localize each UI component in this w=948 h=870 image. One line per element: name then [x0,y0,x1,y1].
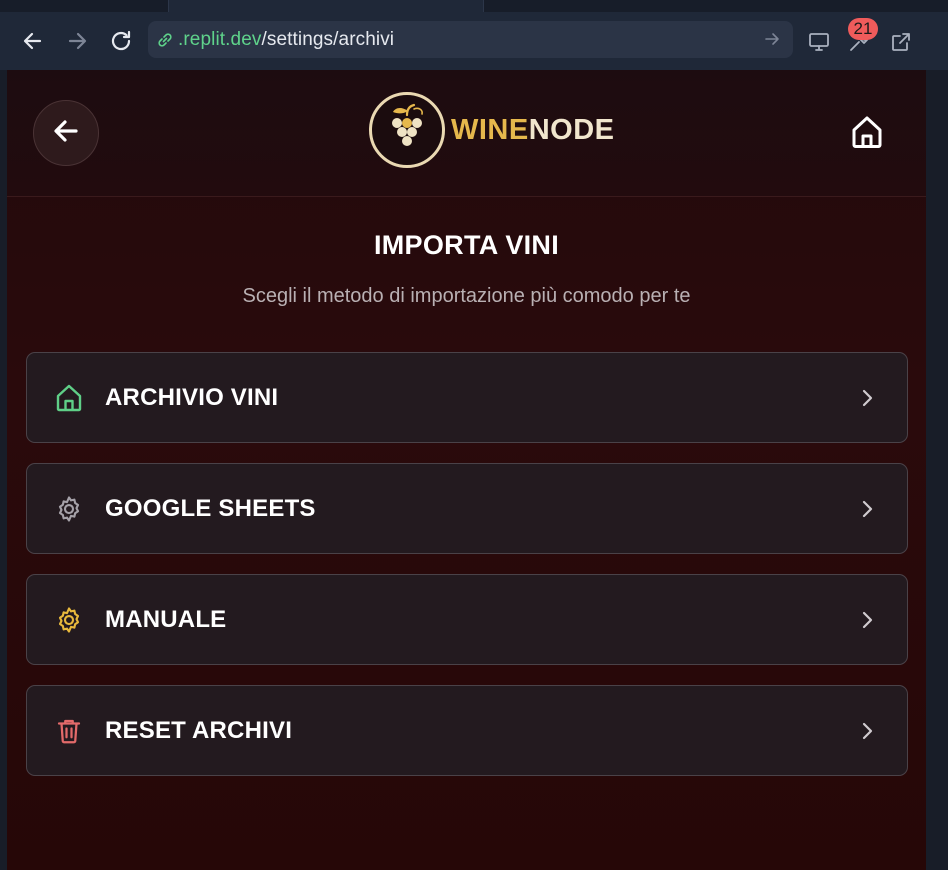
home-icon [53,382,85,414]
back-button[interactable] [33,100,99,166]
chevron-right-icon [857,721,877,741]
app-header: WINENODE [7,70,926,197]
viewport-edge-right [926,70,948,870]
logo-wordmark-node: NODE [528,113,615,146]
back-arrow-icon[interactable] [20,28,46,54]
menu-item-archivio-vini[interactable]: ARCHIVIO VINI [26,352,908,443]
home-button[interactable] [847,114,887,154]
notification-badge: 21 [848,18,878,40]
gear-icon [53,493,85,525]
browser-tabstrip [0,0,948,12]
chevron-right-icon [857,610,877,630]
menu-item-label: GOOGLE SHEETS [105,494,316,522]
address-bar[interactable]: .replit.dev/settings/archivi [148,21,793,58]
monitor-icon[interactable] [805,28,833,56]
trash-icon [53,715,85,747]
url-text: .replit.dev/settings/archivi [178,29,394,51]
forward-arrow-icon[interactable] [64,28,90,54]
gear-icon [53,604,85,636]
menu-item-label: MANUALE [105,605,227,633]
app-logo[interactable]: WINENODE [369,91,615,169]
menu-item-reset-archivi[interactable]: RESET ARCHIVI [26,685,908,776]
go-arrow-icon[interactable] [763,30,781,48]
menu-item-google-sheets[interactable]: GOOGLE SHEETS [26,463,908,554]
browser-toolbar: .replit.dev/settings/archivi [0,12,948,70]
chevron-right-icon [857,388,877,408]
page-subtitle: Scegli il metodo di importazione più com… [242,285,691,307]
link-icon [156,31,174,49]
page-title: IMPORTA VINI [373,230,560,260]
app-viewport: WINENODE IMPORTA VINI Scegli il metodo d… [7,70,926,870]
logo-wordmark-wine: WINE [451,113,529,146]
logo-wordmark: WINENODE [451,114,615,147]
home-icon [848,113,886,156]
menu-item-manuale[interactable]: MANUALE [26,574,908,665]
external-link-icon[interactable] [887,28,915,56]
menu-item-label: ARCHIVIO VINI [105,383,279,411]
arrow-left-icon [51,116,81,151]
menu-item-label: RESET ARCHIVI [105,716,293,744]
reload-icon[interactable] [108,28,134,54]
browser-tab[interactable] [168,0,484,12]
viewport-edge-left [0,70,7,870]
url-path: /settings/archivi [261,28,395,50]
chevron-right-icon [857,499,877,519]
url-host: .replit.dev [178,28,262,50]
grape-logo-icon [369,92,445,168]
